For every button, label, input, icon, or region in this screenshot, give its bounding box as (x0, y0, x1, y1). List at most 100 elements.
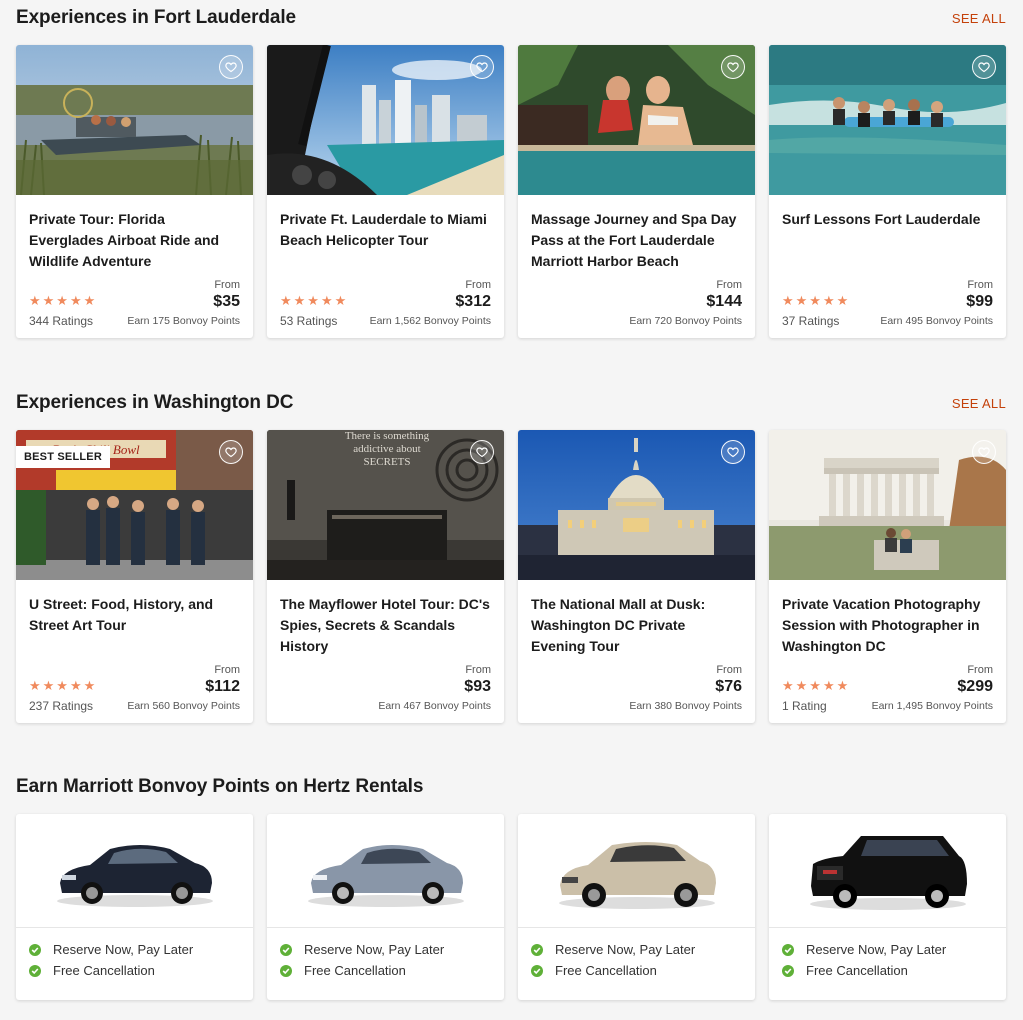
car-card[interactable]: Reserve Now, Pay Later Free Cancellation (518, 814, 755, 1000)
heart-icon[interactable] (721, 440, 745, 464)
section-header: Earn Marriott Bonvoy Points on Hertz Ren… (16, 769, 1006, 805)
car-card[interactable]: Reserve Now, Pay Later Free Cancellation (267, 814, 504, 1000)
experience-photo (16, 45, 253, 195)
from-label: From (214, 664, 240, 676)
section-hertz: Earn Marriott Bonvoy Points on Hertz Ren… (16, 769, 1006, 1000)
airboat-photo (16, 45, 253, 195)
experience-title: U Street: Food, History, and Street Art … (29, 596, 214, 633)
card-body: Surf Lessons Fort Lauderdale ★★★★★ 37 Ra… (769, 195, 1006, 338)
car-features: Reserve Now, Pay Later Free Cancellation (518, 928, 755, 981)
black-suv-car-image (809, 835, 967, 910)
price: $312 (455, 293, 491, 310)
car-image-container (16, 814, 253, 928)
experience-card[interactable]: Private Vacation Photography Session wit… (769, 430, 1006, 723)
feature-item: Free Cancellation (29, 960, 253, 981)
experience-title: The Mayflower Hotel Tour: DC's Spies, Se… (280, 596, 490, 654)
price: $299 (957, 678, 993, 695)
car-card[interactable]: Reserve Now, Pay Later Free Cancellation (769, 814, 1006, 1000)
price: $76 (715, 678, 742, 695)
feature-text: Free Cancellation (304, 963, 406, 978)
experience-grid: Private Tour: Florida Everglades Airboat… (16, 45, 1006, 338)
experience-title: The National Mall at Dusk: Washington DC… (531, 596, 706, 654)
check-icon (531, 943, 543, 956)
price: $99 (966, 293, 993, 310)
car-image-container (267, 814, 504, 928)
experience-title: Surf Lessons Fort Lauderdale (782, 211, 981, 227)
heart-icon[interactable] (972, 440, 996, 464)
feature-item: Reserve Now, Pay Later (280, 939, 504, 960)
price: $144 (706, 293, 742, 310)
see-all-link[interactable]: SEE ALL (952, 11, 1006, 26)
price: $112 (205, 678, 240, 695)
experience-card[interactable]: Massage Journey and Spa Day Pass at the … (518, 45, 755, 338)
feature-item: Free Cancellation (280, 960, 504, 981)
best-seller-badge: BEST SELLER (16, 446, 110, 468)
check-icon (782, 964, 794, 977)
experience-photo (769, 45, 1006, 195)
heart-icon[interactable] (219, 55, 243, 79)
car-image-container (518, 814, 755, 928)
experience-card[interactable]: Ben's Chili Bowl BEST SELLER (16, 430, 253, 723)
car-card[interactable]: Reserve Now, Pay Later Free Cancellation (16, 814, 253, 1000)
feature-text: Reserve Now, Pay Later (304, 942, 445, 957)
ratings-count: 37 Ratings (782, 314, 840, 328)
experience-title: Massage Journey and Spa Day Pass at the … (531, 211, 737, 269)
heart-icon[interactable] (721, 55, 745, 79)
feature-item: Free Cancellation (782, 960, 1006, 981)
bonvoy-points: Earn 495 Bonvoy Points (880, 315, 993, 327)
star-rating: ★★★★★ (782, 293, 851, 308)
experience-card[interactable]: The National Mall at Dusk: Washington DC… (518, 430, 755, 723)
section-title: Earn Marriott Bonvoy Points on Hertz Ren… (16, 776, 424, 797)
check-icon (531, 964, 543, 977)
experience-photo (267, 45, 504, 195)
experience-photo (518, 430, 755, 580)
experience-card[interactable]: Surf Lessons Fort Lauderdale ★★★★★ 37 Ra… (769, 45, 1006, 338)
check-icon (29, 964, 41, 977)
surf-lesson-photo (769, 45, 1006, 195)
section-header: Experiences in Washington DC SEE ALL (16, 385, 1006, 421)
price: $93 (464, 678, 491, 695)
experience-card[interactable]: Private Ft. Lauderdale to Miami Beach He… (267, 45, 504, 338)
bonvoy-points: Earn 467 Bonvoy Points (378, 700, 491, 712)
experience-photo (518, 45, 755, 195)
heart-icon[interactable] (219, 440, 243, 464)
ratings-count: 344 Ratings (29, 314, 94, 328)
feature-item: Reserve Now, Pay Later (782, 939, 1006, 960)
ratings-count: 53 Ratings (280, 314, 338, 328)
car-image-container (769, 814, 1006, 928)
section-title: Experiences in Fort Lauderdale (16, 7, 296, 28)
card-body: The Mayflower Hotel Tour: DC's Spies, Se… (267, 580, 504, 723)
heart-icon[interactable] (470, 440, 494, 464)
bonvoy-points: Earn 175 Bonvoy Points (127, 315, 240, 327)
experience-title: Private Tour: Florida Everglades Airboat… (29, 211, 220, 269)
bonvoy-points: Earn 1,495 Bonvoy Points (871, 700, 993, 712)
section-header: Experiences in Fort Lauderdale SEE ALL (16, 0, 1006, 36)
mural-text: There is something addictive about SECRE… (344, 430, 430, 468)
heart-icon[interactable] (470, 55, 494, 79)
lincoln-memorial-photo (769, 430, 1006, 580)
star-rating: ★★★★★ (29, 678, 98, 693)
feature-text: Reserve Now, Pay Later (806, 942, 947, 957)
feature-text: Free Cancellation (555, 963, 657, 978)
experience-card[interactable]: There is something addictive about SECRE… (267, 430, 504, 723)
see-all-link[interactable]: SEE ALL (952, 396, 1006, 411)
bonvoy-points: Earn 1,562 Bonvoy Points (369, 315, 491, 327)
price: $35 (213, 293, 240, 310)
from-label: From (465, 664, 491, 676)
from-label: From (716, 279, 742, 291)
dark-sedan-car-image (56, 844, 213, 907)
check-icon (29, 943, 41, 956)
ratings-count: 1 Rating (782, 699, 827, 713)
feature-text: Reserve Now, Pay Later (53, 942, 194, 957)
experience-card[interactable]: Private Tour: Florida Everglades Airboat… (16, 45, 253, 338)
ratings-count: 237 Ratings (29, 699, 94, 713)
capitol-dusk-photo (518, 430, 755, 580)
bonvoy-points: Earn 720 Bonvoy Points (629, 315, 742, 327)
heart-icon[interactable] (972, 55, 996, 79)
from-label: From (967, 279, 993, 291)
experience-photo (769, 430, 1006, 580)
spa-pool-photo (518, 45, 755, 195)
silver-sedan-car-image (307, 844, 464, 907)
experience-grid: Ben's Chili Bowl BEST SELLER (16, 430, 1006, 723)
from-label: From (967, 664, 993, 676)
